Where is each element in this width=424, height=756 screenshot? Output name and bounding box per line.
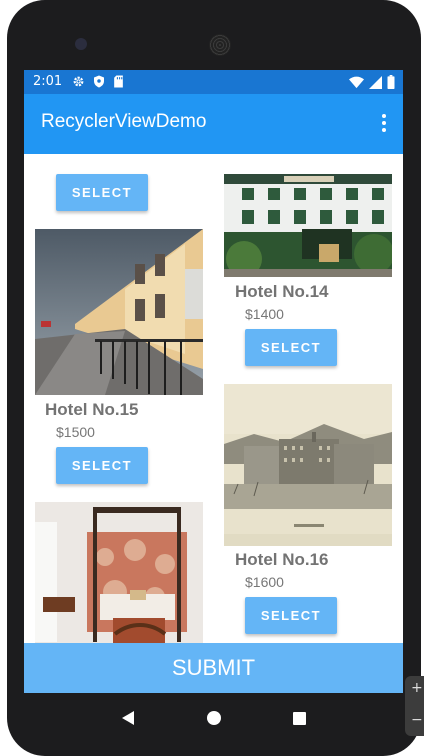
status-time: 2:01 [33, 74, 63, 89]
submit-button[interactable]: SUBMIT [24, 643, 403, 693]
hotel-16-image [224, 384, 392, 546]
front-camera [75, 38, 87, 50]
hotel-14-name: Hotel No.14 [235, 282, 329, 301]
gear-icon [73, 76, 84, 87]
signal-icon [369, 75, 382, 89]
app-title: RecyclerViewDemo [41, 111, 207, 132]
shield-icon [94, 75, 104, 88]
sd-card-icon [114, 75, 123, 88]
hotel-14-image [224, 174, 392, 277]
plus-icon: + [411, 680, 423, 696]
hotel-16-name: Hotel No.16 [235, 550, 329, 569]
wifi-icon [349, 76, 364, 88]
navigation-bar [24, 693, 403, 743]
home-icon[interactable] [206, 710, 222, 726]
phone-screen: 2:01 RecyclerViewDemo SELECT Hotel No.15… [24, 70, 403, 693]
earpiece-speaker [209, 34, 231, 56]
hotel-15-name: Hotel No.15 [45, 400, 139, 419]
overflow-menu-icon[interactable] [381, 114, 387, 134]
recents-icon[interactable] [292, 711, 307, 726]
hotel-list[interactable]: SELECT Hotel No.15 $1500 SELECT Hotel No… [24, 154, 403, 643]
battery-icon [387, 75, 395, 89]
select-button-hotel-15[interactable]: SELECT [56, 447, 148, 484]
select-button-hotel-13[interactable]: SELECT [56, 174, 148, 211]
hotel-17-image [35, 502, 203, 643]
hotel-14-price: $1400 [245, 306, 284, 322]
hotel-15-image [35, 229, 203, 395]
hotel-16-price: $1600 [245, 574, 284, 590]
minus-icon: − [411, 712, 423, 728]
app-bar: RecyclerViewDemo [24, 94, 403, 154]
status-bar: 2:01 [24, 70, 403, 94]
hotel-15-price: $1500 [56, 424, 95, 440]
emulator-side-button[interactable]: + − [405, 676, 424, 736]
back-icon[interactable] [120, 710, 136, 726]
select-button-hotel-14[interactable]: SELECT [245, 329, 337, 366]
select-button-hotel-16[interactable]: SELECT [245, 597, 337, 634]
